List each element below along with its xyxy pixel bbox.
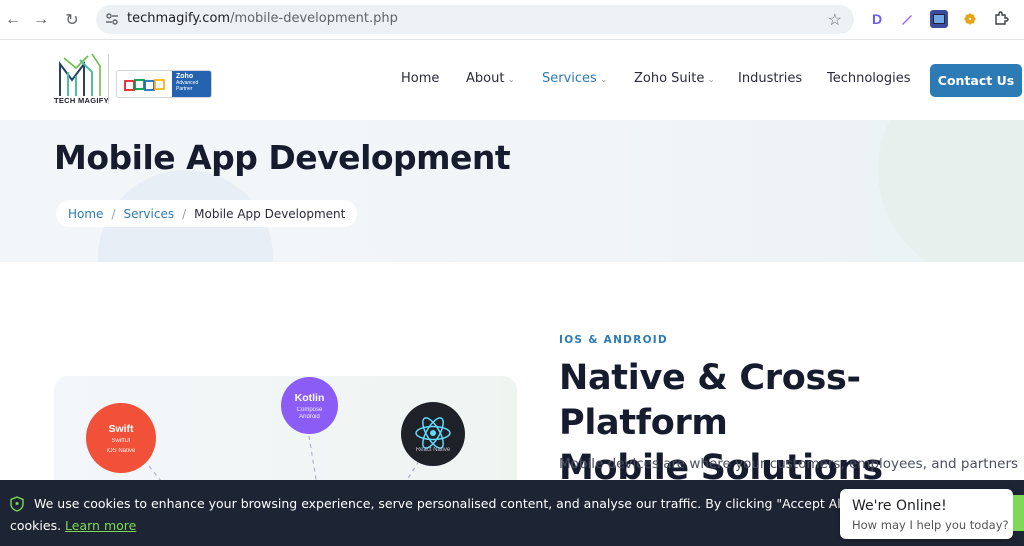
extension-pen-icon[interactable] xyxy=(898,10,916,28)
nav-technologies[interactable]: Technologies xyxy=(827,71,911,86)
chat-launcher-tab[interactable] xyxy=(1013,495,1024,531)
chevron-down-icon: ⌄ xyxy=(507,75,515,85)
zoho-logo-icon xyxy=(117,71,172,97)
swift-line1: SwiftUI xyxy=(111,437,131,444)
zoho-partner-badge: Zoho Advanced Partner xyxy=(116,70,212,98)
swift-line2: iOS Native xyxy=(106,447,136,454)
address-bar[interactable]: techmagify.com/mobile-development.php ☆ xyxy=(96,5,854,34)
react-atom-icon xyxy=(415,417,451,449)
swift-title: Swift xyxy=(108,422,134,435)
nav-industries-label: Industries xyxy=(738,71,803,86)
url-path: /mobile-development.php xyxy=(230,11,398,26)
nav-technologies-label: Technologies xyxy=(827,71,911,86)
zoho-badge-label: Zoho Advanced Partner xyxy=(172,71,211,97)
extension-d-icon[interactable]: D xyxy=(868,10,886,28)
breadcrumb-separator: / xyxy=(111,206,116,221)
shield-icon xyxy=(10,496,24,512)
breadcrumb: Home / Services / Mobile App Development xyxy=(56,200,358,227)
extension-gear-icon[interactable]: ❁ xyxy=(961,10,979,28)
back-icon[interactable]: ← xyxy=(2,9,24,31)
cookie-text-line2: cookies. Learn more xyxy=(10,518,136,533)
nav-home-label: Home xyxy=(401,71,440,86)
extensions-puzzle-icon[interactable] xyxy=(992,10,1010,28)
chat-widget[interactable]: We're Online! How may I help you today? xyxy=(840,489,1013,539)
page-hero: Mobile App Development Home / Services /… xyxy=(0,120,1024,262)
cookie-text-end: cookies. xyxy=(10,518,62,533)
contact-us-label: Contact Us xyxy=(937,73,1015,88)
extension-screen-icon[interactable] xyxy=(930,10,948,28)
nav-services-label: Services xyxy=(542,71,597,86)
nav-zoho-suite[interactable]: Zoho Suite ⌄ xyxy=(634,71,715,86)
zoho-badge-subtitle: Advanced Partner xyxy=(176,80,199,92)
url-text: techmagify.com/mobile-development.php xyxy=(127,11,398,26)
page-title: Mobile App Development xyxy=(54,138,511,177)
nav-zoho-suite-label: Zoho Suite xyxy=(634,71,705,86)
section-eyebrow: IOS & ANDROID xyxy=(559,334,669,346)
chevron-down-icon: ⌄ xyxy=(599,75,608,85)
reload-icon[interactable]: ↻ xyxy=(61,9,83,31)
site-settings-icon[interactable] xyxy=(104,11,120,27)
nav-about-label: About xyxy=(466,71,505,86)
contact-us-button[interactable]: Contact Us xyxy=(930,64,1022,97)
breadcrumb-current: Mobile App Development xyxy=(194,206,346,221)
kotlin-title: Kotlin xyxy=(294,391,325,404)
kotlin-node: Kotlin Compose Android xyxy=(281,377,338,434)
nav-industries[interactable]: Industries xyxy=(738,71,802,86)
chat-subtitle: How may I help you today? xyxy=(852,518,1009,532)
kotlin-line1: Compose xyxy=(296,406,323,413)
kotlin-line2: Android xyxy=(299,413,320,420)
nav-about[interactable]: About ⌄ xyxy=(466,71,515,86)
browser-toolbar: ← → ↻ techmagify.com/mobile-development.… xyxy=(0,0,1024,40)
breadcrumb-services-link[interactable]: Services xyxy=(123,207,174,221)
chevron-down-icon: ⌄ xyxy=(707,75,715,85)
section-body-text: Mobile devices are where your customers,… xyxy=(559,456,1019,472)
forward-icon[interactable]: → xyxy=(30,9,52,31)
headline-line1: Native & Cross-Platform xyxy=(559,358,861,443)
react-node: React Native xyxy=(401,402,465,466)
logo-divider xyxy=(108,54,109,104)
hero-decor-circle xyxy=(878,120,1024,262)
react-label: React Native xyxy=(415,447,451,453)
breadcrumb-home-link[interactable]: Home xyxy=(68,207,103,221)
breadcrumb-separator: / xyxy=(182,206,187,221)
logo-text: TECH MAGIFY xyxy=(54,96,109,105)
nav-home[interactable]: Home xyxy=(401,71,439,86)
swift-node: Swift SwiftUI iOS Native xyxy=(86,403,156,473)
cookie-learn-more-link[interactable]: Learn more xyxy=(65,518,136,533)
nav-services[interactable]: Services ⌄ xyxy=(542,71,607,86)
chat-title: We're Online! xyxy=(852,498,947,514)
bookmark-star-icon[interactable]: ☆ xyxy=(828,10,842,30)
extension-d-label: D xyxy=(871,11,883,27)
zoho-badge-title: Zoho xyxy=(176,73,194,80)
url-domain: techmagify.com xyxy=(127,11,231,26)
site-header: TECH MAGIFY Zoho Advanced Partner Home A… xyxy=(0,40,1024,120)
